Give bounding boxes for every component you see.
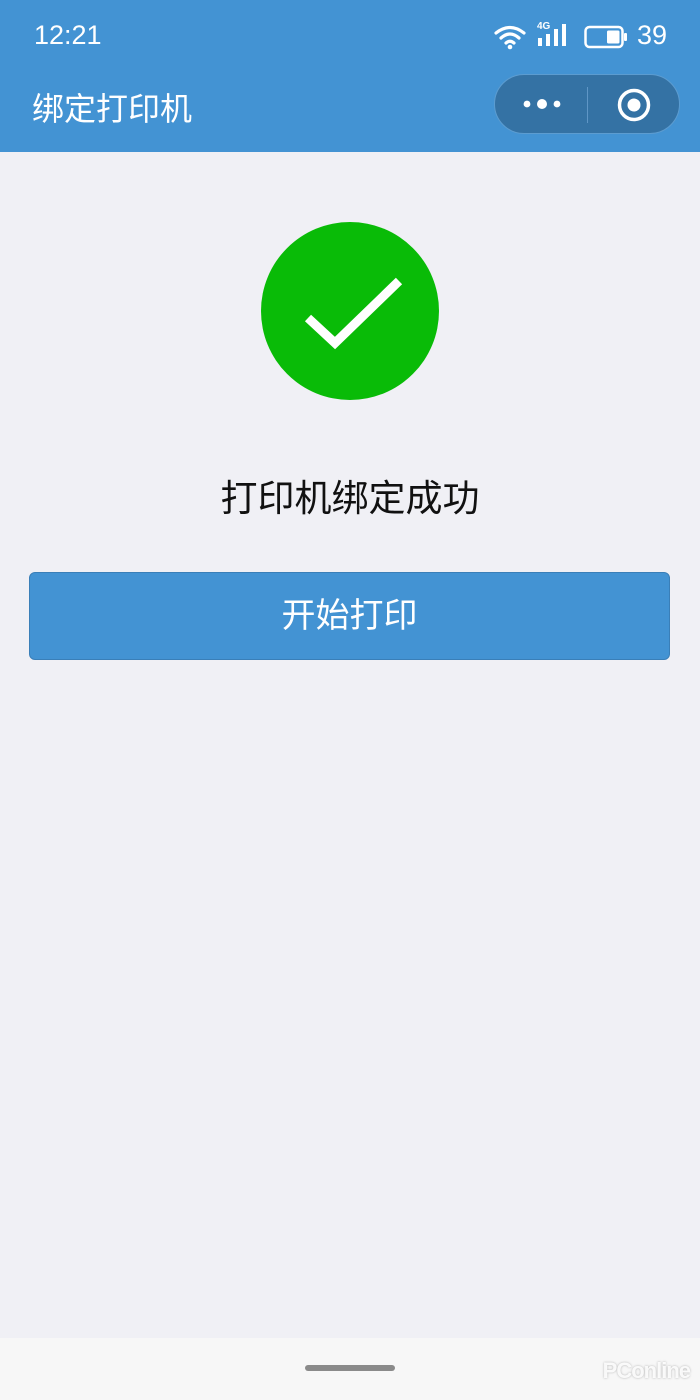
mini-program-capsule [494,74,680,134]
close-icon [617,88,651,122]
home-indicator[interactable] [305,1365,395,1371]
signal-icon [538,24,566,46]
close-button[interactable] [588,75,680,133]
success-icon [261,222,439,400]
watermark-logo: PConline [602,1358,691,1383]
check-icon [304,277,403,350]
start-print-button[interactable]: 开始打印 [29,572,670,660]
success-message: 打印机绑定成功 [220,477,480,520]
more-button[interactable] [495,75,587,133]
header: 12:21 4G 39 绑定打印机 [0,0,700,152]
status-bar: 12:21 4G 39 [0,0,700,75]
battery-level: 39 [637,20,668,50]
navigation-bar [0,1338,700,1400]
page-title: 绑定打印机 [32,90,193,128]
wifi-icon [494,25,526,50]
status-time: 12:21 [34,20,102,50]
battery-icon [584,25,627,49]
more-icon [523,99,561,109]
